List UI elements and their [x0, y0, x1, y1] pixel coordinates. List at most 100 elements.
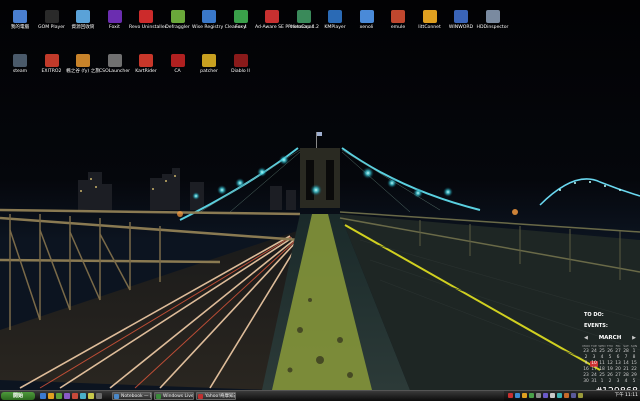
desktop-shortcut[interactable]: Revo Uninstaller [129, 10, 167, 31]
desktop-shortcut[interactable]: WINWORD [444, 10, 478, 31]
taskbar-window-label: Yahoo!奇摩知識+ [205, 394, 235, 399]
tray-misc3-icon[interactable] [578, 393, 583, 398]
kartrider-icon [139, 54, 153, 67]
desktop-shortcut[interactable]: CSOLauncher [98, 54, 132, 75]
desktop-shortcut-label: emule [390, 25, 406, 30]
ca-icon [170, 54, 185, 67]
desktop-shortcut-label: PhotoCap 4.2 [288, 25, 319, 30]
steam-icon [13, 54, 27, 67]
calendar-day[interactable]: 30 [582, 379, 590, 385]
taskbar-window-label: Notebook — 記事本 [121, 394, 151, 399]
quicklaunch-ie-icon[interactable] [40, 393, 46, 399]
adaware-icon [265, 10, 279, 23]
patcher-icon [202, 54, 216, 67]
diablo-icon [233, 54, 248, 67]
wise-icon [202, 10, 216, 23]
desktop-shortcut[interactable]: emule [381, 10, 415, 31]
desktop-shortcut[interactable]: Wise Registry Cleaner 4 [192, 10, 247, 31]
taskbar-window-label: Windows Live M... [163, 394, 194, 399]
desktop-shortcut-label: CA [174, 69, 181, 74]
tray-volume-icon[interactable] [536, 393, 541, 398]
kmplayer-icon [328, 10, 342, 23]
quicklaunch-media-icon[interactable] [64, 393, 70, 399]
quicklaunch-messenger-icon[interactable] [56, 393, 62, 399]
desktop-shortcut[interactable]: littConnet [413, 10, 447, 31]
exitro2-icon [44, 54, 59, 67]
calendar-day[interactable]: 4 [622, 379, 630, 385]
desktop-shortcut[interactable]: steam [3, 54, 37, 75]
tray-ime-icon[interactable] [550, 393, 555, 398]
desktop-shortcut[interactable]: CA [161, 54, 195, 75]
desktop-shortcut[interactable]: Diablo II [224, 54, 258, 75]
quicklaunch-app-icon[interactable] [72, 393, 78, 399]
tray-antivirus-icon[interactable] [508, 393, 513, 398]
calendar-grid: MON TUE WED THU FRI SAT SUN 23 24 25 26 27 28 1 2 3 4 5 6 7… [582, 343, 638, 385]
desktop-shortcut[interactable]: HDDinspector [476, 10, 510, 31]
tray-sync-icon[interactable] [557, 393, 562, 398]
foxit-icon [107, 10, 122, 23]
taskbar-window-button[interactable]: Windows Live M... [154, 392, 194, 400]
calendar-day[interactable]: 1 [598, 379, 606, 385]
desktop-shortcut-label: CSOLauncher [98, 69, 131, 74]
tray-update-icon[interactable] [522, 393, 527, 398]
computer-icon [13, 10, 27, 23]
desktop-shortcut[interactable]: PhotoCap 4.2 [287, 10, 321, 31]
cso-icon [107, 54, 122, 67]
desktop-shortcut-label: Diablo II [231, 69, 250, 74]
foxy-icon [233, 10, 248, 23]
desktop-shortcut-label: patcher [200, 69, 218, 74]
desktop-shortcut[interactable]: Foxy [224, 10, 258, 31]
desktop-shortcut-label: Revo Uninstaller [129, 25, 167, 30]
calendar-widget: TO DO: EVENTS: ◀ MARCH ▶ MON TUE WED THU FRI… [582, 312, 638, 388]
tray-misc-icon[interactable] [564, 393, 569, 398]
xenoli-icon [359, 10, 374, 23]
desktop-shortcut-label: WINWORD [448, 25, 474, 30]
desktop-shortcut-label: 我的電腦 [10, 25, 30, 30]
desktop-shortcut[interactable]: 資源回收筒 [66, 10, 100, 31]
next-month-icon[interactable]: ▶ [632, 335, 636, 341]
desktop-shortcut-label: Foxy [235, 25, 246, 30]
tray-app-icon[interactable] [543, 393, 548, 398]
desktop-shortcut-label: 楓之谷 (fy) 之旅 [66, 69, 100, 74]
defraggler-icon [170, 10, 185, 23]
start-button[interactable]: 開始 [1, 392, 35, 400]
desktop-shortcut[interactable]: Foxit [98, 10, 132, 31]
desktop-shortcut-label: KartRider [135, 69, 157, 74]
quicklaunch-extra-icon[interactable] [88, 393, 94, 399]
desktop-shortcut-label: 資源回收筒 [71, 25, 95, 30]
desktop-shortcut-label: HDDinspector [476, 25, 509, 30]
revo-icon [139, 10, 153, 23]
recycle-bin-icon [76, 10, 90, 23]
calendar-day[interactable]: 2 [606, 379, 614, 385]
taskbar-window-button[interactable]: Notebook — 記事本 [112, 392, 152, 400]
desktop-shortcut[interactable]: Ad-Aware SE Professional [255, 10, 313, 31]
desktop-shortcut[interactable]: EXITRO2 [35, 54, 69, 75]
desktop-shortcut[interactable]: GOM Player [35, 10, 69, 31]
desktop-shortcut[interactable]: Defraggler [161, 10, 195, 31]
desktop-shortcut-label: KMPlayer [324, 25, 346, 30]
tray-messenger-icon[interactable] [529, 393, 534, 398]
window-app-icon [198, 394, 203, 399]
quicklaunch-folder-icon[interactable] [48, 393, 54, 399]
calendar-day[interactable]: 5 [630, 379, 638, 385]
quicklaunch-more-icon[interactable] [96, 393, 102, 399]
desktop-shortcut-label: Foxit [109, 25, 120, 30]
calendar-day[interactable]: 31 [590, 379, 598, 385]
calendar-day[interactable]: 3 [614, 379, 622, 385]
photocap-icon [296, 10, 311, 23]
tray-misc2-icon[interactable] [571, 393, 576, 398]
game-icon [76, 54, 90, 67]
desktop-shortcut-label: GOM Player [38, 25, 65, 30]
taskbar-window-button[interactable]: Yahoo!奇摩知識+ [196, 392, 236, 400]
desktop-shortcut-label: steam [12, 69, 28, 74]
desktop-shortcut[interactable]: KMPlayer [318, 10, 352, 31]
desktop-shortcut[interactable]: patcher [192, 54, 226, 75]
desktop-shortcut-label: Defraggler [165, 25, 190, 30]
desktop-shortcut[interactable]: 我的電腦 [3, 10, 37, 31]
desktop-shortcut-label: littConnet [418, 25, 441, 30]
desktop-shortcut[interactable]: 楓之谷 (fy) 之旅 [66, 54, 100, 75]
desktop-shortcut[interactable]: xenoli [350, 10, 384, 31]
desktop-shortcut[interactable]: KartRider [129, 54, 163, 75]
quicklaunch-desktop-icon[interactable] [80, 393, 86, 399]
tray-network-icon[interactable] [515, 393, 520, 398]
